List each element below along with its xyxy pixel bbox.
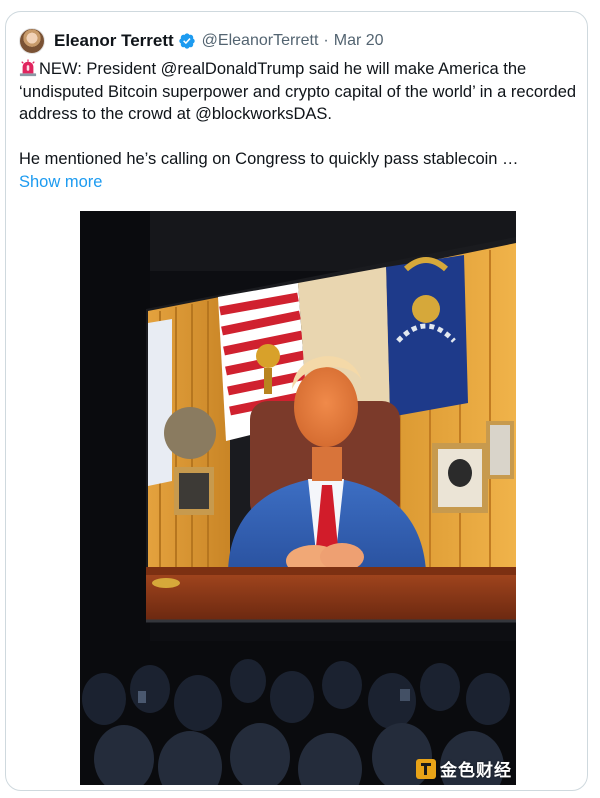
- conference-screen-illustration: [80, 211, 516, 785]
- tweet-date[interactable]: Mar 20: [334, 32, 384, 50]
- tweet-card[interactable]: Eleanor Terrett @EleanorTerrett · Mar 20…: [5, 11, 588, 791]
- tweet-text: NEW: President @realDonaldTrump said he …: [19, 58, 579, 194]
- watermark-text: 金色财经: [440, 761, 512, 780]
- tweet-paragraph-1-text: NEW: President @realDonaldTrump said he …: [19, 60, 577, 123]
- police-light-icon: [19, 59, 37, 77]
- show-more-link[interactable]: Show more: [19, 171, 102, 194]
- tweet-paragraph-1: NEW: President @realDonaldTrump said he …: [19, 58, 579, 126]
- verified-badge-icon: [178, 33, 195, 49]
- separator-dot: ·: [323, 32, 329, 49]
- tweet-paragraph-2: He mentioned he’s calling on Congress to…: [19, 149, 519, 168]
- author-handle[interactable]: @EleanorTerrett: [202, 32, 319, 50]
- author-name[interactable]: Eleanor Terrett: [54, 31, 174, 51]
- watermark: 金色财经: [416, 756, 512, 781]
- avatar[interactable]: [19, 28, 45, 54]
- tweet-photo[interactable]: 金色财经: [80, 211, 516, 785]
- jinse-logo-icon: [416, 758, 436, 779]
- tweet-header: Eleanor Terrett @EleanorTerrett · Mar 20: [19, 26, 384, 56]
